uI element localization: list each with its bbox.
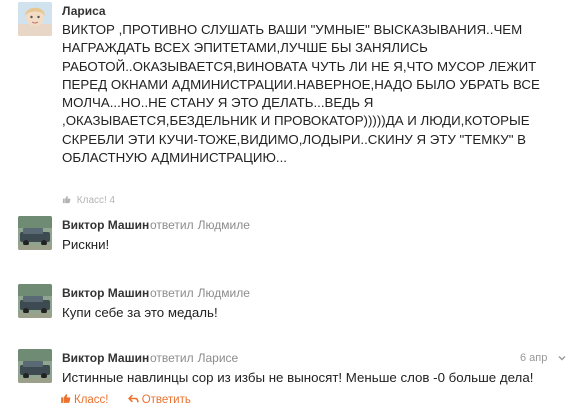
comment-text-line: ,ОКАЗЫВАЕТСЯ,БЕЗДЕЛЬНИК И ПРОВОКАТОР))))… [62, 113, 530, 129]
comment-viktor-3: Виктор Машин ответил Ларисе 6 апр Истинны… [0, 345, 575, 413]
comment-text-line: Истинные навлинцы сор из избы не выносят… [62, 370, 534, 385]
reply-to: ответил Ларисе [150, 351, 238, 365]
avatar[interactable] [18, 2, 52, 36]
reply-to-name[interactable]: Ларисе [198, 351, 239, 365]
reply-button[interactable]: Ответить [127, 393, 191, 406]
comment-author[interactable]: Лариса [62, 4, 106, 18]
chevron-down-icon[interactable] [557, 353, 567, 363]
avatar[interactable] [18, 284, 52, 318]
comment-text-line: СКРЕБЛИ ЭТИ КУЧИ-ТОЖЕ,ВИДИМО,ЛОДЫРИ..СКИ… [62, 131, 526, 147]
comment-text-line: Купи себе за это медаль! [62, 305, 218, 320]
comment-text-line: ВИКТОР ,ПРОТИВНО СЛУШАТЬ ВАШИ "УМНЫЕ" ВЫ… [62, 22, 523, 37]
comment-actions: Класс! Ответить [60, 393, 207, 406]
reply-to: ответил Людмиле [150, 218, 250, 232]
comment-viktor-2: Виктор Машин ответил Людмиле Купи себе за… [0, 280, 575, 346]
comment-author[interactable]: Виктор Машин [62, 218, 149, 232]
klass-button-label: Класс! [74, 394, 109, 406]
reply-word: ответил [150, 286, 194, 300]
reply-arrow-icon [127, 394, 139, 403]
comment-text-line: РАБОТОЙ..ОКАЗЫВАЕТСЯ,ВИНОВАТА ЧУТЬ ЛИ НЕ… [62, 58, 537, 74]
comment-text: Рискни! [62, 236, 109, 254]
avatar[interactable] [18, 349, 52, 383]
comment-viktor-1: Виктор Машин ответил Людмиле Рискни! [0, 212, 575, 282]
reply-to-name[interactable]: Людмиле [198, 286, 250, 300]
reply-word: ответил [150, 351, 194, 365]
comment-text-line: НАГРАЖДАТЬ ВСЕХ ЭПИТЕТАМИ,ЛУЧШЕ БЫ ЗАНЯЛ… [62, 40, 428, 56]
comment-text: Купи себе за это медаль! [62, 304, 218, 322]
comment-text-line: Рискни! [62, 237, 110, 252]
comment-text-line: ПЕРЕД ОКНАМИ АДМИНИСТРАЦИИ.НАВЕРНОЕ,НАДО… [62, 76, 540, 92]
reply-word: ответил [150, 218, 194, 232]
klass-button[interactable]: Класс! [60, 393, 109, 406]
comment-author[interactable]: Виктор Машин [62, 286, 149, 300]
comment-larisa: Лариса ВИКТОР ,ПРОТИВНО СЛУШАТЬ ВАШИ "УМ… [0, 0, 575, 210]
reply-button-label: Ответить [141, 394, 191, 406]
klass-count-label: Класс! 4 [76, 195, 116, 206]
comment-date: 6 апр [520, 352, 548, 364]
comment-text: Истинные навлинцы сор из избы не выносят… [62, 369, 533, 387]
klass-count[interactable]: Класс! 4 [62, 195, 115, 206]
comment-text-line: ОБЛАСТНУЮ АДМИНИСТРАЦИЮ... [62, 150, 287, 166]
comment-text-line: МОЛЧА...НО..НЕ СТАНУ Я ЭТО ДЕЛАТЬ...ВЕДЬ… [62, 95, 374, 111]
comment-author[interactable]: Виктор Машин [62, 351, 149, 365]
avatar[interactable] [18, 216, 52, 250]
thumbs-up-icon [61, 394, 71, 403]
thumbs-up-icon [62, 195, 71, 204]
comment-text: ВИКТОР ,ПРОТИВНО СЛУШАТЬ ВАШИ "УМНЫЕ" ВЫ… [62, 21, 567, 167]
reply-to-name[interactable]: Людмиле [198, 218, 250, 232]
reply-to: ответил Людмиле [150, 286, 250, 300]
